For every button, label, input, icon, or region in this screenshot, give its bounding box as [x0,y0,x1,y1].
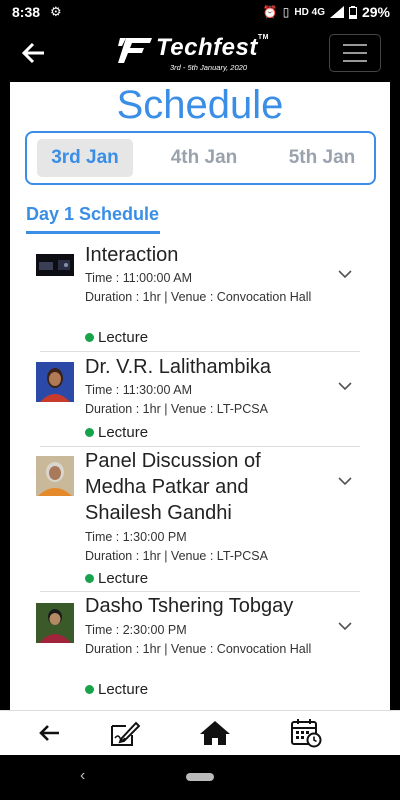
date-tabs: 3rd Jan 4th Jan 5th Jan [25,131,376,185]
nav-schedule-button[interactable] [288,717,324,749]
calendar-clock-icon [291,719,322,748]
event-category: Lecture [85,424,148,441]
event-title: Dr. V.R. Lalithambika [85,356,272,378]
brand-text: Techfest [156,34,258,61]
event-thumbnail [36,362,74,402]
menu-bar [343,44,367,46]
event-category: Lecture [85,681,148,698]
event-item[interactable]: Dr. V.R. Lalithambika Time : 11:30:00 AM… [34,354,360,447]
event-time: Time : 2:30:00 PM [85,623,187,637]
schedule-content: Schedule 3rd Jan 4th Jan 5th Jan Day 1 S… [10,82,390,710]
back-button[interactable] [18,38,50,68]
event-photo [36,362,74,402]
trademark: TM [257,34,269,41]
arrow-left-icon [21,42,44,64]
event-category: Lecture [85,329,148,346]
menu-bar [343,52,367,54]
techfest-logo: TechfestTM 3rd - 5th January, 2020 [118,32,268,76]
day-heading-underline [26,231,160,234]
event-thumbnail [36,254,74,276]
chevron-down-icon[interactable] [336,380,354,392]
vibrate-icon: ▯ [282,5,290,19]
status-bar: 8:38 ⚙ ⏰ ▯ HD 4G 29% [0,0,400,24]
event-category-label: Lecture [98,424,149,441]
event-details: Duration : 1hr | Venue : Convocation Hal… [85,642,312,656]
alarm-icon: ⏰ [262,5,278,19]
system-home-pill[interactable] [186,773,214,781]
menu-bar [343,60,367,62]
event-title: Interaction [85,244,179,266]
bottom-navigation [0,710,400,755]
nav-home-button[interactable] [197,717,233,749]
tab-3rd-jan[interactable]: 3rd Jan [37,139,133,177]
brand-tagline: 3rd - 5th January, 2020 [170,63,247,72]
network-type: HD 4G [294,6,325,18]
event-details: Duration : 1hr | Venue : Convocation Hal… [85,290,312,304]
brand-name: TechfestTM [156,34,269,62]
battery-percentage: 29% [361,4,390,20]
event-divider [40,446,360,447]
event-details: Duration : 1hr | Venue : LT-PCSA [85,549,268,563]
system-back-icon[interactable]: ‹ [80,767,85,785]
event-details: Duration : 1hr | Venue : LT-PCSA [85,402,268,416]
event-category-label: Lecture [98,681,149,698]
category-dot-icon [85,428,94,437]
status-time: 8:38 [12,4,41,20]
chevron-down-icon[interactable] [336,620,354,632]
status-icons: ⏰ ▯ HD 4G 29% [263,4,390,20]
nav-register-button[interactable] [106,717,142,749]
tab-5th-jan[interactable]: 5th Jan [271,139,373,177]
event-time: Time : 11:00:00 AM [85,271,192,285]
category-dot-icon [85,685,94,694]
event-photo [36,456,74,496]
tab-4th-jan[interactable]: 4th Jan [153,139,255,177]
event-divider [40,591,360,592]
event-time: Time : 11:30:00 AM [85,383,192,397]
event-item[interactable]: Panel Discussion of Medha Patkar and Sha… [34,448,360,592]
menu-button[interactable] [329,34,381,72]
home-icon [200,721,230,745]
page-title: Schedule [116,83,284,127]
edit-note-icon [111,721,140,746]
battery-icon [348,5,357,19]
event-photo [36,254,74,276]
category-dot-icon [85,574,94,583]
event-divider [40,351,360,352]
event-thumbnail [36,603,74,643]
nav-back-button[interactable] [31,717,67,749]
signal-icon [329,6,344,18]
arrow-left-icon [39,725,59,741]
event-category-label: Lecture [98,329,149,346]
event-category-label: Lecture [98,570,149,587]
event-item[interactable]: Interaction Time : 11:00:00 AM Duration … [34,242,360,352]
event-photo [36,603,74,643]
system-navigation-bar: ‹ [0,755,400,800]
event-thumbnail [36,456,74,496]
category-dot-icon [85,333,94,342]
event-category: Lecture [85,570,148,587]
event-title: Panel Discussion of Medha Patkar and Sha… [85,450,261,524]
settings-icon: ⚙ [50,4,62,19]
app-header: TechfestTM 3rd - 5th January, 2020 [0,24,400,82]
techfest-logo-mark [118,38,152,63]
event-title: Dasho Tshering Tobgay [85,595,294,617]
event-item[interactable]: Dasho Tshering Tobgay Time : 2:30:00 PM … [34,593,360,710]
day-heading: Day 1 Schedule [26,204,160,224]
chevron-down-icon[interactable] [336,268,354,280]
event-time: Time : 1:30:00 PM [85,530,187,544]
chevron-down-icon[interactable] [336,475,354,487]
